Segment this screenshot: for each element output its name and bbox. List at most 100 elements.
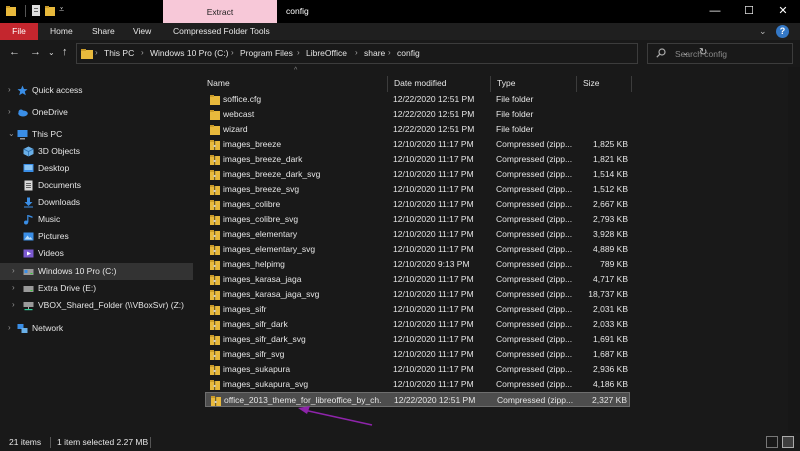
details-view-icon[interactable] bbox=[766, 436, 778, 448]
vertical-scrollbar[interactable] bbox=[788, 67, 800, 433]
chevron-down-icon[interactable]: ⌄ bbox=[8, 129, 15, 138]
table-row[interactable]: images_sukapura 12/10/2020 11:17 PM Compre… bbox=[205, 362, 630, 377]
recent-locations-icon[interactable]: ⌄ bbox=[48, 48, 55, 57]
sidebar-item-this-pc[interactable]: ⌄ This PC bbox=[0, 126, 193, 143]
table-row[interactable]: office_2013_theme_for_libreoffice_by_ch.… bbox=[205, 392, 630, 407]
tab-compressed-folder-tools[interactable]: Compressed Folder Tools bbox=[173, 23, 270, 40]
table-row[interactable]: wizard 12/22/2020 12:51 PM File folder bbox=[205, 122, 630, 137]
column-header-label: Type bbox=[497, 78, 516, 88]
table-row[interactable]: images_elementary_svg 12/10/2020 11:17 PM… bbox=[205, 242, 630, 257]
table-row[interactable]: images_sifr_svg 12/10/2020 11:17 PM Compre… bbox=[205, 347, 630, 362]
table-row[interactable]: images_elementary 12/10/2020 11:17 PM Comp… bbox=[205, 227, 630, 242]
column-header-name[interactable]: Name bbox=[200, 72, 387, 94]
chevron-right-icon[interactable]: › bbox=[8, 85, 11, 94]
file-name: images_sukapura_svg bbox=[223, 379, 309, 389]
zip-folder-icon bbox=[210, 335, 220, 345]
sidebar-item-videos[interactable]: Videos bbox=[0, 245, 193, 262]
zip-folder-icon bbox=[210, 200, 220, 210]
status-divider bbox=[50, 437, 51, 448]
close-button[interactable]: ✕ bbox=[766, 0, 800, 23]
cloud-icon bbox=[18, 109, 28, 117]
breadcrumb-chevron-icon[interactable]: › bbox=[355, 48, 358, 57]
sidebar-item-desktop[interactable]: Desktop bbox=[0, 160, 193, 177]
table-row[interactable]: images_helpimg 12/10/2020 9:13 PM Compress… bbox=[205, 257, 630, 272]
zip-folder-icon bbox=[210, 215, 220, 225]
breadcrumb-chevron-icon[interactable]: › bbox=[297, 48, 300, 57]
breadcrumb-program-files[interactable]: Program Files bbox=[240, 48, 293, 58]
sidebar-item-downloads[interactable]: Downloads bbox=[0, 194, 193, 211]
table-row[interactable]: images_breeze_dark_svg 12/10/2020 11:17 P… bbox=[205, 167, 630, 182]
up-button[interactable]: ↑ bbox=[62, 46, 68, 58]
maximize-button[interactable]: ☐ bbox=[732, 0, 766, 23]
column-header-date-modified[interactable]: Date modified bbox=[387, 72, 490, 94]
breadcrumb-share[interactable]: share bbox=[364, 48, 385, 58]
file-name: images_sifr_svg bbox=[223, 349, 285, 359]
chevron-right-icon[interactable]: › bbox=[12, 300, 15, 309]
tab-share[interactable]: Share bbox=[92, 23, 115, 40]
sidebar-item-music[interactable]: Music bbox=[0, 211, 193, 228]
breadcrumb-chevron-icon[interactable]: › bbox=[141, 48, 144, 57]
zip-folder-icon bbox=[210, 305, 220, 315]
file-date: 12/10/2020 11:17 PM bbox=[393, 289, 474, 299]
customize-toolbar-icon[interactable]: ⩡ bbox=[59, 4, 64, 15]
table-row[interactable]: images_sifr 12/10/2020 11:17 PM Compressed… bbox=[205, 302, 630, 317]
search-box[interactable]: Search config bbox=[647, 43, 793, 64]
table-row[interactable]: images_karasa_jaga_svg 12/10/2020 11:17 P… bbox=[205, 287, 630, 302]
table-row[interactable]: images_colibre_svg 12/10/2020 11:17 PM Com… bbox=[205, 212, 630, 227]
breadcrumb-config[interactable]: config bbox=[397, 48, 420, 58]
breadcrumb-libreoffice[interactable]: LibreOffice bbox=[306, 48, 347, 58]
large-icons-view-icon[interactable] bbox=[782, 436, 794, 448]
zip-folder-icon bbox=[210, 155, 220, 165]
table-row[interactable]: webcast 12/22/2020 12:51 PM File folder bbox=[205, 107, 630, 122]
sidebar-item-network[interactable]: › Network bbox=[0, 320, 193, 337]
sidebar-item-windows-10-pro[interactable]: › Windows 10 Pro (C:) bbox=[0, 263, 193, 280]
table-row[interactable]: images_karasa_jaga 12/10/2020 11:17 PM Com… bbox=[205, 272, 630, 287]
context-tab-extract[interactable]: Extract bbox=[163, 0, 277, 23]
file-size: 4,186 KB bbox=[593, 379, 628, 389]
expand-ribbon-icon[interactable]: ⌄ bbox=[759, 26, 767, 37]
table-row[interactable]: soffice.cfg 12/22/2020 12:51 PM File folde… bbox=[205, 92, 630, 107]
table-row[interactable]: images_sukapura_svg 12/10/2020 11:17 PM Co… bbox=[205, 377, 630, 392]
table-row[interactable]: images_breeze_dark 12/10/2020 11:17 PM Com… bbox=[205, 152, 630, 167]
chevron-right-icon[interactable]: › bbox=[12, 283, 15, 292]
table-row[interactable]: images_colibre 12/10/2020 11:17 PM Compres… bbox=[205, 197, 630, 212]
new-folder-icon[interactable] bbox=[45, 5, 55, 16]
chevron-right-icon[interactable]: › bbox=[12, 266, 15, 275]
sidebar-item-extra-drive[interactable]: › Extra Drive (E:) bbox=[0, 280, 193, 297]
tab-file[interactable]: File bbox=[0, 23, 38, 40]
help-icon[interactable]: ? bbox=[776, 25, 789, 38]
breadcrumb-chevron-icon[interactable]: › bbox=[231, 48, 234, 57]
address-bar[interactable]: › This PC › Windows 10 Pro (C:) › Progra… bbox=[76, 43, 707, 64]
table-row[interactable]: images_sifr_dark_svg 12/10/2020 11:17 PM C… bbox=[205, 332, 630, 347]
breadcrumb-drive[interactable]: Windows 10 Pro (C:) bbox=[150, 48, 228, 58]
sidebar-item-3d-objects[interactable]: 3D Objects bbox=[0, 143, 193, 160]
properties-icon[interactable] bbox=[31, 5, 41, 16]
search-input[interactable]: Search config bbox=[675, 49, 727, 59]
file-date: 12/10/2020 11:17 PM bbox=[393, 319, 474, 329]
sidebar-item-documents[interactable]: Documents bbox=[0, 177, 193, 194]
table-row[interactable]: images_breeze_svg 12/10/2020 11:17 PM Comp… bbox=[205, 182, 630, 197]
column-divider[interactable] bbox=[631, 76, 632, 92]
sidebar-item-pictures[interactable]: Pictures bbox=[0, 228, 193, 245]
table-row[interactable]: images_sifr_dark 12/10/2020 11:17 PM Compr… bbox=[205, 317, 630, 332]
sidebar-item-onedrive[interactable]: › OneDrive bbox=[0, 104, 193, 121]
tab-view[interactable]: View bbox=[133, 23, 151, 40]
sidebar-item-quick-access[interactable]: › Quick access bbox=[0, 82, 193, 99]
sidebar-item-label: Extra Drive (E:) bbox=[38, 283, 97, 293]
breadcrumb-chevron-icon[interactable]: › bbox=[95, 48, 98, 57]
back-button[interactable]: ← bbox=[9, 46, 20, 58]
file-type: Compressed (zipp... bbox=[496, 304, 573, 314]
breadcrumb-chevron-icon[interactable]: › bbox=[388, 48, 391, 57]
table-row[interactable]: images_breeze 12/10/2020 11:17 PM Compress… bbox=[205, 137, 630, 152]
column-header-size[interactable]: Size bbox=[576, 72, 631, 94]
tab-home[interactable]: Home bbox=[50, 23, 73, 40]
chevron-right-icon[interactable]: › bbox=[8, 323, 11, 332]
column-header-type[interactable]: Type bbox=[490, 72, 576, 94]
sidebar-item-vbox-shared-folder[interactable]: › VBOX_Shared_Folder (\\VBoxSvr) (Z:) bbox=[0, 297, 193, 314]
file-name: soffice.cfg bbox=[223, 94, 262, 104]
forward-button[interactable]: → bbox=[30, 46, 41, 58]
selection-info: 1 item selected 2.27 MB bbox=[57, 437, 149, 447]
breadcrumb-this-pc[interactable]: This PC bbox=[104, 48, 134, 58]
minimize-button[interactable]: — bbox=[698, 0, 732, 23]
chevron-right-icon[interactable]: › bbox=[8, 107, 11, 116]
